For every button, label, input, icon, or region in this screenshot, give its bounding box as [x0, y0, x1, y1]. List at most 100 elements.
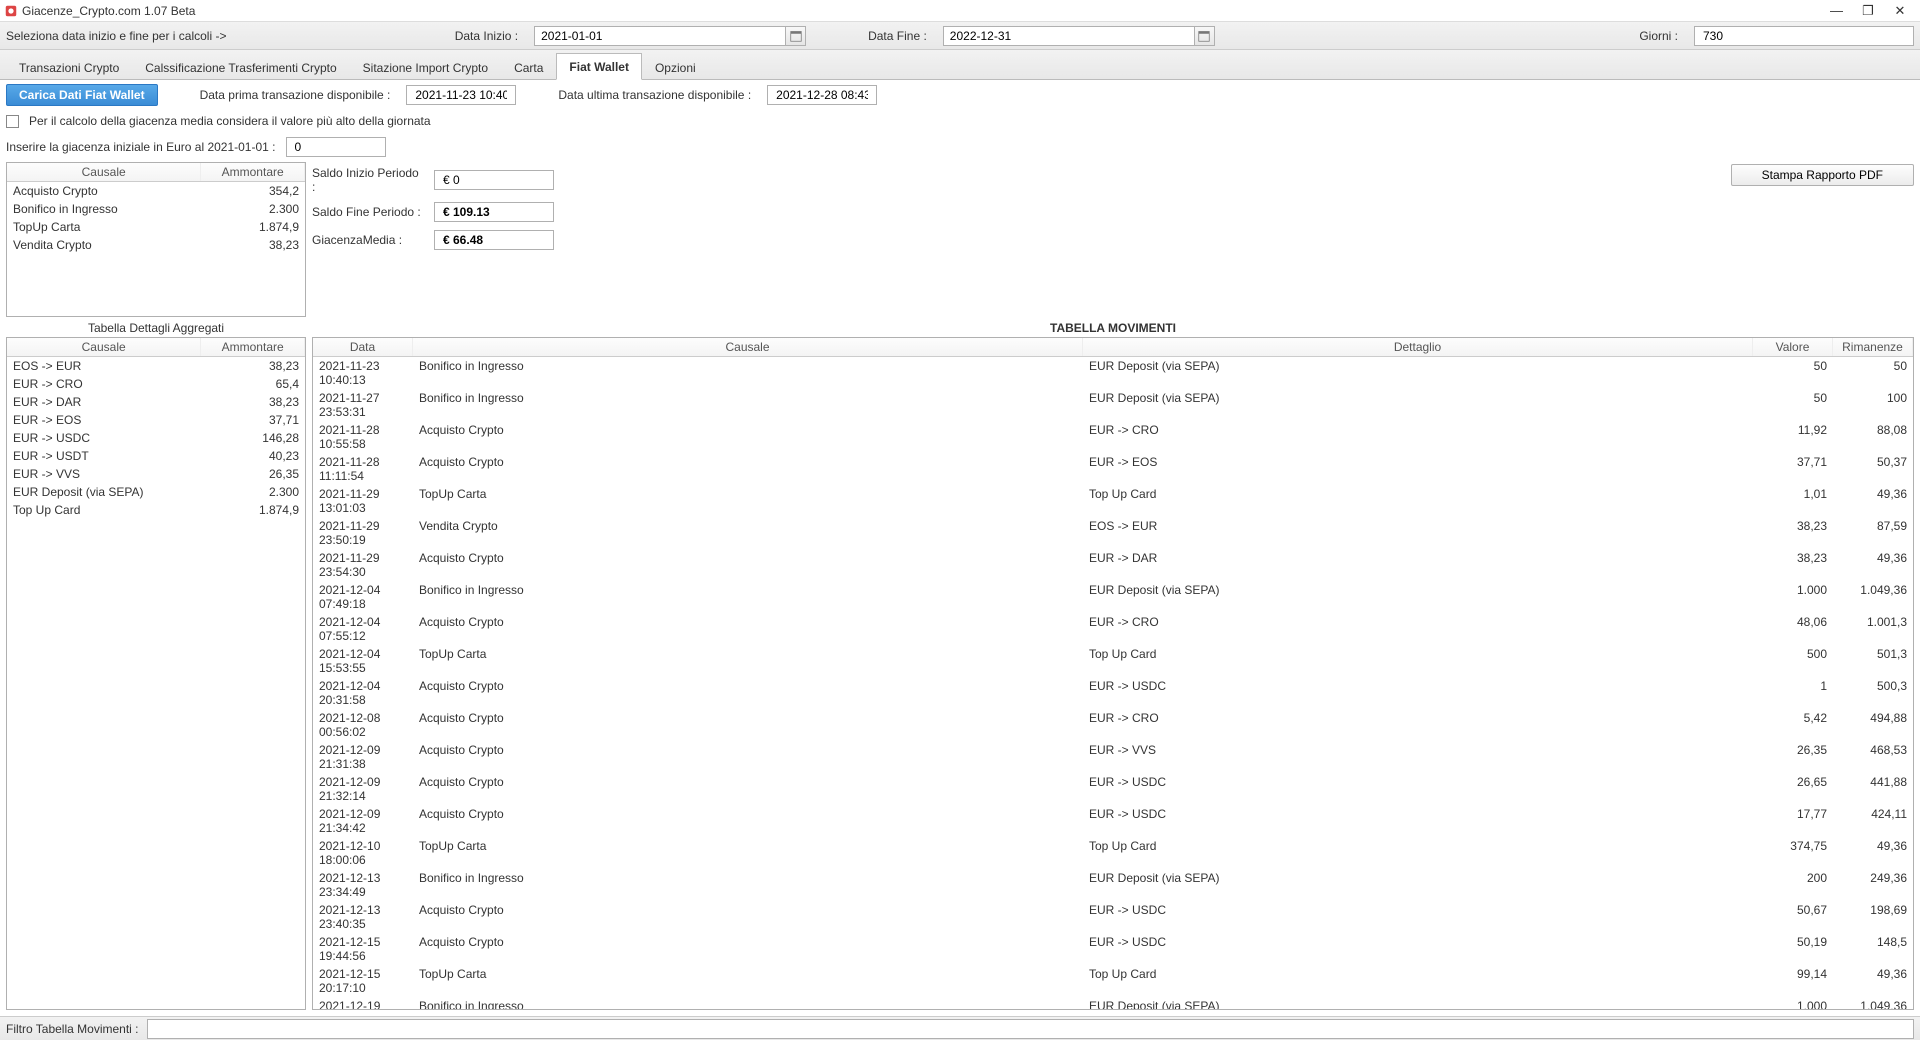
cell-ammontare: 40,23 [202, 447, 305, 465]
maximize-icon[interactable]: ❐ [1862, 3, 1874, 19]
load-fiat-wallet-button[interactable]: Carica Dati Fiat Wallet [6, 84, 158, 106]
cell-data: 2021-11-28 10:55:58 [313, 421, 413, 453]
details-panel: Causale Ammontare EOS -> EUR38,23EUR -> … [6, 337, 306, 1010]
tab-fiat-wallet[interactable]: Fiat Wallet [556, 53, 642, 80]
cell-causale: Acquisto Crypto [413, 453, 1083, 485]
table-row[interactable]: 2021-11-27 23:53:31Bonifico in IngressoE… [313, 389, 1913, 421]
cell-rimanenze: 424,11 [1833, 805, 1913, 837]
cell-ammontare: 1.874,9 [202, 501, 305, 519]
col-causale: Causale [7, 163, 201, 181]
cell-valore: 500 [1753, 645, 1833, 677]
cell-dettaglio: EUR Deposit (via SEPA) [1083, 389, 1753, 421]
giorni-input[interactable] [1694, 26, 1914, 46]
cell-causale: Bonifico in Ingresso [413, 997, 1083, 1009]
titlebar: Giacenze_Crypto.com 1.07 Beta — ❐ ✕ [0, 0, 1920, 22]
table-row[interactable]: EUR -> DAR38,23 [7, 393, 305, 411]
tab-carta[interactable]: Carta [501, 54, 556, 80]
print-pdf-button[interactable]: Stampa Rapporto PDF [1731, 164, 1914, 186]
table-row[interactable]: 2021-12-15 20:17:10TopUp CartaTop Up Car… [313, 965, 1913, 997]
table-row[interactable]: 2021-11-29 13:01:03TopUp CartaTop Up Car… [313, 485, 1913, 517]
table-row[interactable]: 2021-12-08 00:56:02Acquisto CryptoEUR ->… [313, 709, 1913, 741]
cell-rimanenze: 1.001,3 [1833, 613, 1913, 645]
table-row[interactable]: 2021-12-04 07:49:18Bonifico in IngressoE… [313, 581, 1913, 613]
cell-ammontare: 354,2 [202, 182, 305, 200]
initial-balance-input[interactable] [286, 137, 386, 157]
cell-dettaglio: EUR -> USDC [1083, 933, 1753, 965]
highest-value-checkbox[interactable] [6, 115, 19, 128]
cell-data: 2021-11-29 23:54:30 [313, 549, 413, 581]
table-row[interactable]: Acquisto Crypto354,2 [7, 182, 305, 200]
minimize-icon[interactable]: — [1830, 3, 1842, 19]
table-row[interactable]: EUR Deposit (via SEPA)2.300 [7, 483, 305, 501]
cell-causale: Acquisto Crypto [413, 901, 1083, 933]
table-row[interactable]: 2021-12-15 19:44:56Acquisto CryptoEUR ->… [313, 933, 1913, 965]
cell-causale: Acquisto Crypto [413, 613, 1083, 645]
cell-causale: EOS -> EUR [7, 357, 202, 375]
data-inizio-field[interactable] [534, 26, 806, 46]
cell-causale: Acquisto Crypto [413, 677, 1083, 709]
table-row[interactable]: 2021-12-04 20:31:58Acquisto CryptoEUR ->… [313, 677, 1913, 709]
table-row[interactable]: EOS -> EUR38,23 [7, 357, 305, 375]
table-row[interactable]: 2021-12-04 07:55:12Acquisto CryptoEUR ->… [313, 613, 1913, 645]
table-row[interactable]: 2021-12-04 15:53:55TopUp CartaTop Up Car… [313, 645, 1913, 677]
col-ammontare: Ammontare [201, 163, 305, 181]
data-fine-input[interactable] [944, 27, 1194, 45]
cell-dettaglio: Top Up Card [1083, 837, 1753, 869]
cell-rimanenze: 87,59 [1833, 517, 1913, 549]
cell-valore: 1 [1753, 677, 1833, 709]
cell-valore: 50,19 [1753, 933, 1833, 965]
calendar-icon[interactable] [1194, 27, 1214, 45]
giacenza-media-label: GiacenzaMedia : [312, 233, 422, 247]
table-row[interactable]: EUR -> VVS26,35 [7, 465, 305, 483]
cell-causale: EUR -> VVS [7, 465, 202, 483]
cell-data: 2021-11-29 23:50:19 [313, 517, 413, 549]
table-row[interactable]: EUR -> USDC146,28 [7, 429, 305, 447]
cell-valore: 374,75 [1753, 837, 1833, 869]
table-row[interactable]: EUR -> USDT40,23 [7, 447, 305, 465]
tab-sitazione-import-crypto[interactable]: Sitazione Import Crypto [350, 54, 501, 80]
cell-rimanenze: 50 [1833, 357, 1913, 389]
cell-dettaglio: EUR -> USDC [1083, 901, 1753, 933]
cell-causale: TopUp Carta [413, 645, 1083, 677]
table-row[interactable]: 2021-12-09 21:31:38Acquisto CryptoEUR ->… [313, 741, 1913, 773]
date-toolbar: Seleziona data inizio e fine per i calco… [0, 22, 1920, 50]
table-row[interactable]: Vendita Crypto38,23 [7, 236, 305, 254]
table-row[interactable]: Top Up Card1.874,9 [7, 501, 305, 519]
table-row[interactable]: 2021-12-13 23:34:49Bonifico in IngressoE… [313, 869, 1913, 901]
table-row[interactable]: EUR -> EOS37,71 [7, 411, 305, 429]
table-row[interactable]: 2021-11-23 10:40:13Bonifico in IngressoE… [313, 357, 1913, 389]
cell-valore: 37,71 [1753, 453, 1833, 485]
data-inizio-input[interactable] [535, 27, 785, 45]
table-row[interactable]: 2021-12-09 21:32:14Acquisto CryptoEUR ->… [313, 773, 1913, 805]
tab-transazioni-crypto[interactable]: Transazioni Crypto [6, 54, 132, 80]
cell-causale: Acquisto Crypto [413, 421, 1083, 453]
cell-data: 2021-12-04 20:31:58 [313, 677, 413, 709]
table-row[interactable]: 2021-12-10 18:00:06TopUp CartaTop Up Car… [313, 837, 1913, 869]
cell-causale: Acquisto Crypto [7, 182, 202, 200]
cell-causale: Acquisto Crypto [413, 773, 1083, 805]
table-row[interactable]: 2021-12-19 18:07:54Bonifico in IngressoE… [313, 997, 1913, 1009]
cell-data: 2021-12-19 18:07:54 [313, 997, 413, 1009]
table-row[interactable]: EUR -> CRO65,4 [7, 375, 305, 393]
table-row[interactable]: Bonifico in Ingresso2.300 [7, 200, 305, 218]
tab-opzioni[interactable]: Opzioni [642, 54, 709, 80]
table-row[interactable]: 2021-11-29 23:54:30Acquisto CryptoEUR ->… [313, 549, 1913, 581]
cell-rimanenze: 49,36 [1833, 965, 1913, 997]
cell-causale: Bonifico in Ingresso [7, 200, 202, 218]
calendar-icon[interactable] [785, 27, 805, 45]
cell-causale: Acquisto Crypto [413, 805, 1083, 837]
data-fine-field[interactable] [943, 26, 1215, 46]
table-row[interactable]: 2021-11-28 10:55:58Acquisto CryptoEUR ->… [313, 421, 1913, 453]
close-icon[interactable]: ✕ [1894, 3, 1906, 19]
table-row[interactable]: 2021-12-13 23:40:35Acquisto CryptoEUR ->… [313, 901, 1913, 933]
cell-causale: EUR -> DAR [7, 393, 202, 411]
filter-label: Filtro Tabella Movimenti : [6, 1022, 139, 1036]
tab-calssificazione-trasferimenti-crypto[interactable]: Calssificazione Trasferimenti Crypto [132, 54, 349, 80]
cell-dettaglio: Top Up Card [1083, 485, 1753, 517]
cell-ammontare: 2.300 [202, 483, 305, 501]
filter-input[interactable] [147, 1019, 1915, 1039]
table-row[interactable]: TopUp Carta1.874,9 [7, 218, 305, 236]
table-row[interactable]: 2021-11-29 23:50:19Vendita CryptoEOS -> … [313, 517, 1913, 549]
table-row[interactable]: 2021-11-28 11:11:54Acquisto CryptoEUR ->… [313, 453, 1913, 485]
table-row[interactable]: 2021-12-09 21:34:42Acquisto CryptoEUR ->… [313, 805, 1913, 837]
